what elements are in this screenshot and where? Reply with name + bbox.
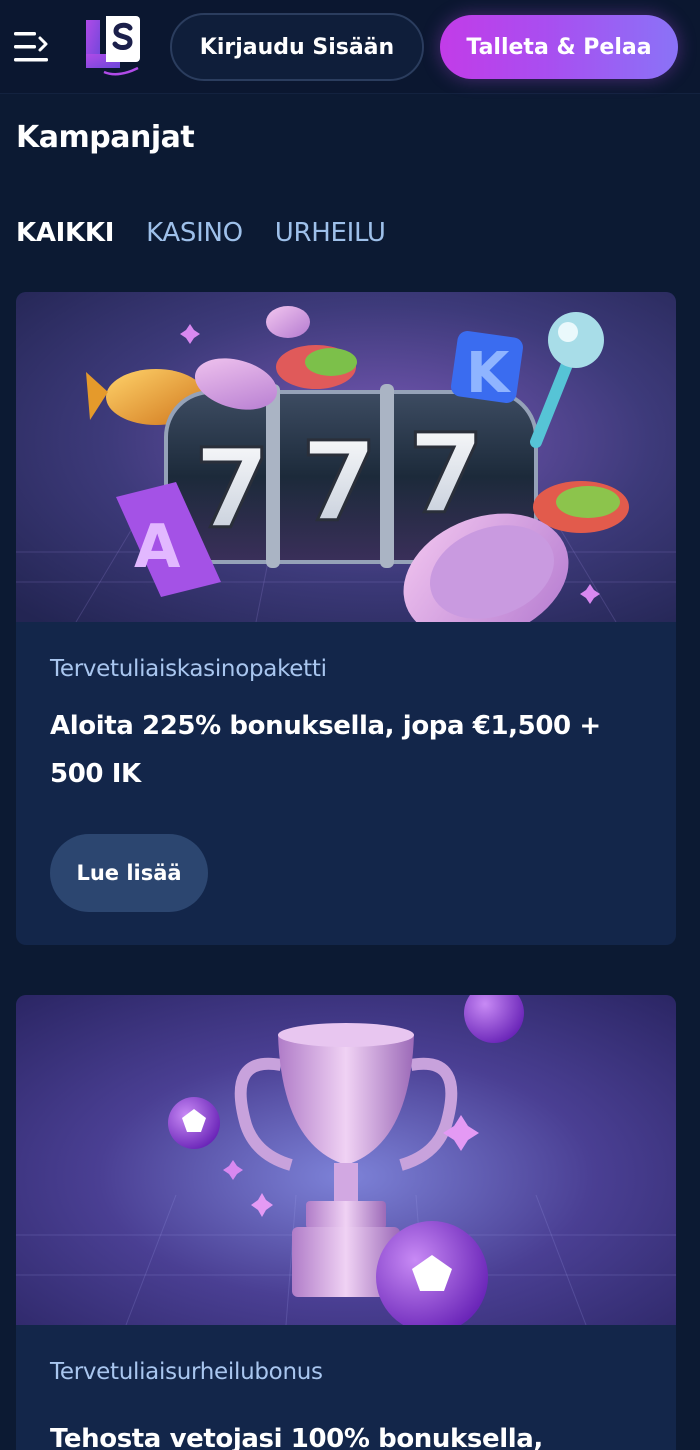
page-title: Kampanjat — [16, 120, 195, 155]
tab-casino[interactable]: KASINO — [146, 218, 243, 248]
brand-logo[interactable] — [84, 12, 142, 80]
svg-text:7: 7 — [301, 418, 378, 546]
login-button[interactable]: Kirjaudu Sisään — [170, 13, 424, 81]
svg-text:7: 7 — [194, 425, 271, 553]
tab-sports[interactable]: URHEILU — [275, 218, 386, 248]
promotion-card-sports[interactable]: Tervetuliaisurheilubonus Tehosta vetojas… — [16, 995, 676, 1450]
promotion-title: Aloita 225% bonuksella, jopa €1,500 + 50… — [50, 711, 601, 789]
tab-all[interactable]: KAIKKI — [16, 218, 114, 248]
top-header: Kirjaudu Sisään Talleta & Pelaa — [0, 0, 700, 94]
deposit-and-play-button[interactable]: Talleta & Pelaa — [440, 15, 678, 79]
svg-text:A: A — [134, 512, 181, 582]
svg-text:K: K — [466, 341, 512, 406]
promotion-title: Tehosta vetojasi 100% bonuksella, jopa — [50, 1424, 543, 1450]
trophy-illustration — [16, 995, 676, 1325]
menu-icon[interactable] — [14, 30, 52, 66]
slot-machine-illustration: 7 7 7 K A — [16, 292, 676, 622]
promotion-card-casino[interactable]: 7 7 7 K A Tervetuliaiskasinopaketti Aloi… — [16, 292, 676, 945]
promotion-category: Tervetuliaisurheilubonus — [50, 1359, 323, 1385]
promotion-tabs: KAIKKI KASINO URHEILU — [16, 218, 386, 248]
promotion-category: Tervetuliaiskasinopaketti — [50, 656, 327, 682]
read-more-button[interactable]: Lue lisää — [50, 834, 208, 912]
